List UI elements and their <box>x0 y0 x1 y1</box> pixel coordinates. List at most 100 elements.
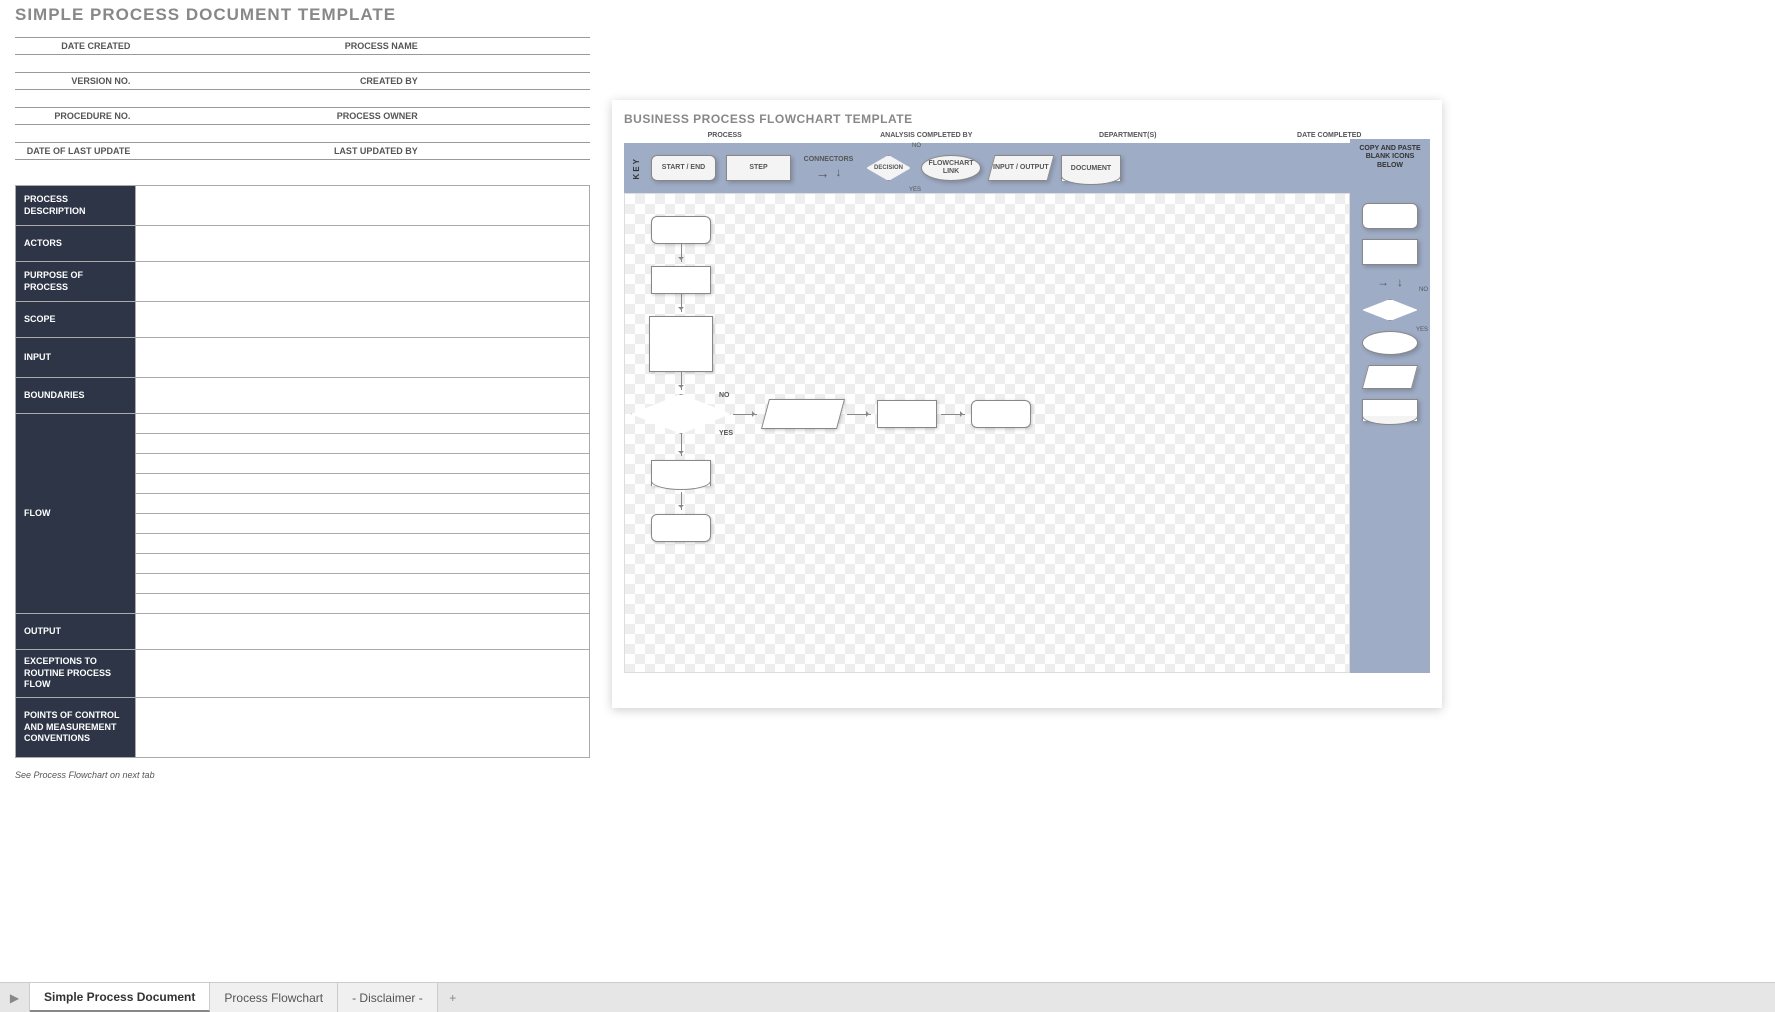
copy-paste-header: COPY AND PASTE BLANK ICONS BELOW <box>1350 139 1430 193</box>
canvas-process-2[interactable] <box>877 400 937 428</box>
key-start-end-shape: START / END <box>651 155 716 181</box>
palette-yes-label: YES <box>1416 327 1428 333</box>
palette-decision-wrap[interactable]: NO YES <box>1362 299 1418 321</box>
flowchart-header: PROCESS ANALYSIS COMPLETED BY DEPARTMENT… <box>624 132 1430 139</box>
key-decision-shape: DECISION <box>866 155 911 181</box>
field-input[interactable] <box>136 338 590 378</box>
field-process-description[interactable] <box>136 186 590 226</box>
field-points[interactable] <box>136 698 590 758</box>
key-flowchart-link-shape: FLOWCHART LINK <box>921 155 981 181</box>
field-last-updated-by[interactable] <box>422 143 590 160</box>
label-procedure-no: PROCEDURE NO. <box>15 108 134 125</box>
field-version-no[interactable] <box>134 73 302 90</box>
field-output[interactable] <box>136 614 590 650</box>
canvas-h-arrow-1 <box>733 414 757 415</box>
field-process-name[interactable] <box>422 38 590 55</box>
tab-nav-button[interactable]: ▶ <box>0 983 30 1012</box>
label-date-created: DATE CREATED <box>15 38 134 55</box>
tab-add-button[interactable]: + <box>438 983 468 1012</box>
row-input: INPUT <box>16 338 136 378</box>
label-process-owner: PROCESS OWNER <box>303 108 422 125</box>
doc-header-table: DATE CREATED PROCESS NAME VERSION NO. CR… <box>15 37 590 160</box>
palette-process[interactable] <box>1362 239 1418 265</box>
canvas-yes-label: YES <box>719 430 733 437</box>
arrow-down-icon: ↓ <box>836 165 842 181</box>
key-step-shape: STEP <box>726 155 791 181</box>
row-boundaries: BOUNDARIES <box>16 378 136 414</box>
palette-arrow-down-icon: ↓ <box>1397 275 1403 289</box>
field-purpose[interactable] <box>136 262 590 302</box>
field-boundaries[interactable] <box>136 378 590 414</box>
canvas-h-arrow-3 <box>941 414 965 415</box>
palette-document[interactable] <box>1362 399 1418 421</box>
palette-ellipse[interactable] <box>1362 331 1418 355</box>
flowchart-canvas[interactable]: NO YES <box>624 193 1350 673</box>
field-flow-7[interactable] <box>136 534 590 554</box>
decision-no-label: NO <box>912 143 921 149</box>
canvas-decision[interactable] <box>631 394 731 434</box>
canvas-arrow-3 <box>681 372 682 390</box>
doc-title: SIMPLE PROCESS DOCUMENT TEMPLATE <box>15 5 590 25</box>
canvas-no-label: NO <box>719 392 730 399</box>
flowchart-panel: BUSINESS PROCESS FLOWCHART TEMPLATE PROC… <box>612 100 1442 708</box>
row-process-description: PROCESS DESCRIPTION <box>16 186 136 226</box>
canvas-arrow-5 <box>681 492 682 510</box>
field-flow-8[interactable] <box>136 554 590 574</box>
row-exceptions: EXCEPTIONS TO ROUTINE PROCESS FLOW <box>16 650 136 698</box>
field-actors[interactable] <box>136 226 590 262</box>
canvas-arrow-2 <box>681 294 682 312</box>
label-process-name: PROCESS NAME <box>303 38 422 55</box>
field-flow-3[interactable] <box>136 454 590 474</box>
field-flow-4[interactable] <box>136 474 590 494</box>
flow-hdr-departments: DEPARTMENT(S) <box>1027 132 1229 139</box>
field-created-by[interactable] <box>422 73 590 90</box>
shape-palette: → ↓ NO YES <box>1350 193 1430 673</box>
row-actors: ACTORS <box>16 226 136 262</box>
row-points: POINTS OF CONTROL AND MEASUREMENT CONVEN… <box>16 698 136 758</box>
field-flow-2[interactable] <box>136 434 590 454</box>
field-flow-5[interactable] <box>136 494 590 514</box>
palette-connectors[interactable]: → ↓ <box>1377 275 1403 289</box>
key-input-output-shape: INPUT / OUTPUT <box>988 155 1055 181</box>
flowchart-title: BUSINESS PROCESS FLOWCHART TEMPLATE <box>624 112 1430 126</box>
palette-decision <box>1362 299 1418 321</box>
tab-disclaimer[interactable]: - Disclaimer - <box>338 983 438 1012</box>
doc-body-table: PROCESS DESCRIPTION ACTORS PURPOSE OF PR… <box>15 185 590 758</box>
field-flow-1[interactable] <box>136 414 590 434</box>
key-document-shape: DOCUMENT <box>1061 155 1121 181</box>
field-procedure-no[interactable] <box>134 108 302 125</box>
field-scope[interactable] <box>136 302 590 338</box>
field-process-owner[interactable] <box>422 108 590 125</box>
field-date-last-update[interactable] <box>134 143 302 160</box>
key-strip: KEY START / END STEP CONNECTORS ↓ NO DEC… <box>624 143 1350 193</box>
flow-hdr-process: PROCESS <box>624 132 826 139</box>
flow-hdr-analysis: ANALYSIS COMPLETED BY <box>826 132 1028 139</box>
canvas-document[interactable] <box>651 460 711 486</box>
field-flow-6[interactable] <box>136 514 590 534</box>
canvas-terminator-3[interactable] <box>971 400 1031 428</box>
canvas-terminator-1[interactable] <box>651 216 711 244</box>
row-output: OUTPUT <box>16 614 136 650</box>
row-flow: FLOW <box>16 414 136 614</box>
arrow-right-icon <box>816 165 830 181</box>
simple-process-document: SIMPLE PROCESS DOCUMENT TEMPLATE DATE CR… <box>15 5 590 780</box>
canvas-terminator-2[interactable] <box>651 514 711 542</box>
key-decision-wrap: NO DECISION YES <box>866 155 911 181</box>
canvas-process-1[interactable] <box>651 266 711 294</box>
canvas-parallelogram[interactable] <box>761 399 845 429</box>
field-date-created[interactable] <box>134 38 302 55</box>
sheet-tabs: ▶ Simple Process Document Process Flowch… <box>0 982 1775 1012</box>
palette-no-label: NO <box>1419 287 1428 293</box>
row-purpose: PURPOSE OF PROCESS <box>16 262 136 302</box>
field-flow-10[interactable] <box>136 594 590 614</box>
tab-simple-process-document[interactable]: Simple Process Document <box>30 983 210 1012</box>
palette-terminator[interactable] <box>1362 203 1418 229</box>
field-exceptions[interactable] <box>136 650 590 698</box>
canvas-process-large[interactable] <box>649 316 713 372</box>
tab-process-flowchart[interactable]: Process Flowchart <box>210 983 338 1012</box>
label-created-by: CREATED BY <box>303 73 422 90</box>
field-flow-9[interactable] <box>136 574 590 594</box>
canvas-arrow-1 <box>681 244 682 262</box>
doc-footnote: See Process Flowchart on next tab <box>15 770 590 780</box>
palette-parallelogram[interactable] <box>1362 365 1418 389</box>
